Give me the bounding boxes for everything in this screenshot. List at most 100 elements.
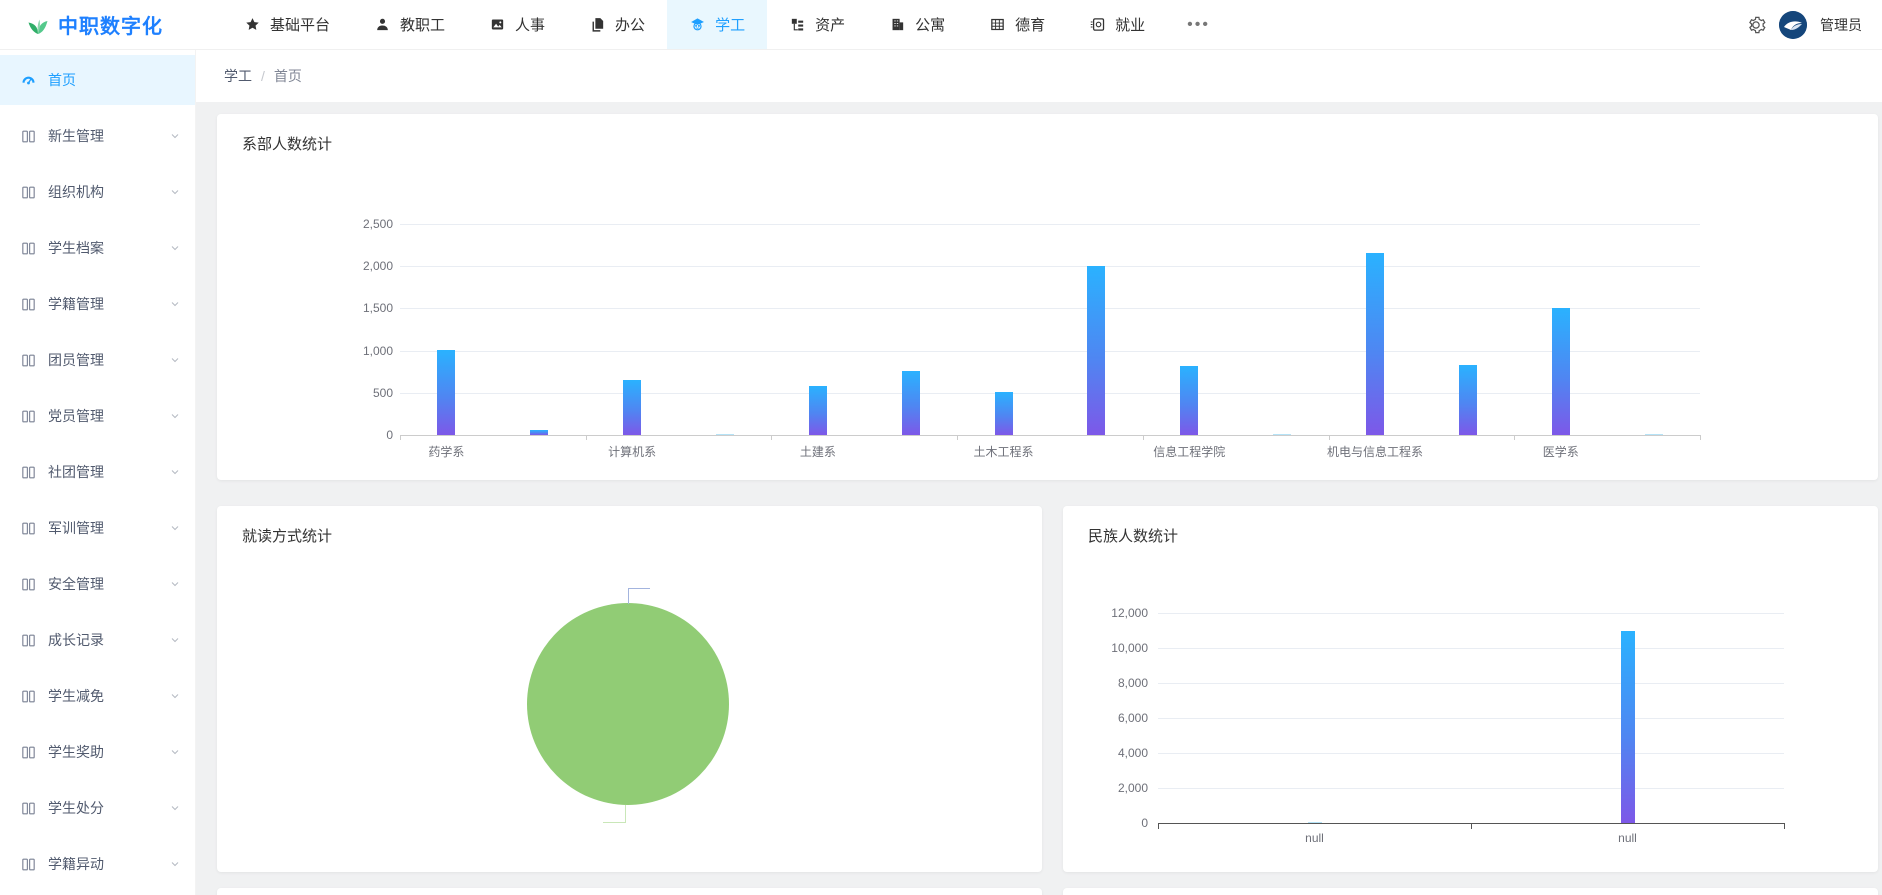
sidebar-item-12[interactable]: 学生减免 [0,671,195,721]
chevron-down-icon [169,242,181,254]
y-axis-label: 500 [293,386,393,400]
axis-tick [1158,823,1159,829]
nav-item-label: 基础平台 [270,14,330,35]
nav-item-5[interactable]: 学工 [667,0,767,49]
sidebar-item-3[interactable]: 组织机构 [0,167,195,217]
avatar[interactable] [1779,11,1807,39]
chevron-down-icon [169,298,181,310]
book-icon [20,408,37,425]
sidebar-item-label: 学生档案 [48,238,104,258]
sidebar-item-7[interactable]: 党员管理 [0,391,195,441]
book-icon [20,520,37,537]
book-icon [20,632,37,649]
y-axis-label: 2,000 [293,259,393,273]
bar [1087,266,1105,435]
bar [1459,365,1477,435]
breadcrumb-section[interactable]: 学工 [224,66,252,86]
nav-item-label: 学工 [715,14,745,35]
breadcrumb-separator: / [261,68,265,84]
nav-item-9[interactable]: 就业 [1067,0,1167,49]
sidebar-item-label: 学籍管理 [48,294,104,314]
nav-more-button[interactable]: ••• [1167,16,1230,34]
ethnicity-count-card: 民族人数统计 02,0004,0006,0008,00010,00012,000… [1063,506,1878,872]
bar [1366,253,1384,435]
book-icon [20,352,37,369]
x-axis-label: 信息工程学院 [1153,443,1225,460]
bar [1645,434,1663,436]
nav-item-label: 德育 [1015,14,1045,35]
navbar-right: 管理员 [1746,11,1882,39]
sidebar-item-label: 军训管理 [48,518,104,538]
sidebar-item-6[interactable]: 团员管理 [0,335,195,385]
book-icon [20,184,37,201]
nav-item-1[interactable]: 基础平台 [222,0,352,49]
department-bar-chart: 05001,0001,5002,0002,500药学系计算机系土建系土木工程系信… [217,114,1878,480]
x-axis-label: null [1618,831,1637,845]
nav-item-8[interactable]: 德育 [967,0,1067,49]
chevron-down-icon [169,466,181,478]
bar [530,430,548,435]
chevron-down-icon [169,746,181,758]
axis-tick [1784,823,1785,829]
sidebar-item-9[interactable]: 军训管理 [0,503,195,553]
nav-item-2[interactable]: 教职工 [352,0,467,49]
chevron-down-icon [169,858,181,870]
gridline [1158,648,1784,649]
gear-icon[interactable] [1746,15,1766,35]
gridline [1158,788,1784,789]
sidebar-item-5[interactable]: 学籍管理 [0,279,195,329]
sidebar-item-1[interactable]: 首页 [0,55,195,105]
sidebar-item-10[interactable]: 安全管理 [0,559,195,609]
chevron-down-icon [169,634,181,646]
y-axis-label: 2,000 [1048,781,1148,795]
department-count-card: 系部人数统计 05001,0001,5002,0002,500药学系计算机系土建… [217,114,1878,480]
y-axis-label: 0 [293,428,393,442]
bar [1621,631,1635,824]
nav-item-3[interactable]: 人事 [467,0,567,49]
app-title: 中职数字化 [58,10,163,39]
y-axis-label: 1,500 [293,301,393,315]
sidebar-item-15[interactable]: 学籍异动 [0,839,195,889]
pie-slice [527,603,729,805]
pie-callout-line [625,805,626,822]
axis-tick [771,435,772,440]
y-axis-label: 12,000 [1048,606,1148,620]
sidebar-item-4[interactable]: 学生档案 [0,223,195,273]
sprout-icon [26,13,50,37]
axis-tick [1700,435,1701,440]
sidebar-item-8[interactable]: 社团管理 [0,447,195,497]
office-icon [589,16,606,33]
book-icon [20,128,37,145]
sidebar-item-label: 学籍异动 [48,854,104,874]
sidebar-item-label: 学生减免 [48,686,104,706]
apartment-icon [889,16,906,33]
study-mode-pie-chart [217,506,1042,872]
nav-item-6[interactable]: 资产 [767,0,867,49]
sidebar-item-label: 新生管理 [48,126,104,146]
axis-tick [400,435,401,440]
sidebar-item-14[interactable]: 学生处分 [0,783,195,833]
y-axis-label: 4,000 [1048,746,1148,760]
sidebar-item-11[interactable]: 成长记录 [0,615,195,665]
breadcrumb-current: 首页 [274,66,302,86]
nav-item-4[interactable]: 办公 [567,0,667,49]
chevron-down-icon [169,186,181,198]
sidebar-item-label: 组织机构 [48,182,104,202]
gridline [400,393,1700,394]
axis-tick [1329,435,1330,440]
gridline [1158,753,1784,754]
moral-icon [989,16,1006,33]
gridline [400,266,1700,267]
book-icon [20,800,37,817]
book-icon [20,464,37,481]
book-icon [20,688,37,705]
axis-tick [586,435,587,440]
bar [1552,308,1570,435]
teacher-icon [374,16,391,33]
nav-item-7[interactable]: 公寓 [867,0,967,49]
app-logo[interactable]: 中职数字化 [0,10,196,39]
sidebar-item-2[interactable]: 新生管理 [0,111,195,161]
y-axis-label: 2,500 [293,217,393,231]
star-icon [244,16,261,33]
sidebar-item-13[interactable]: 学生奖助 [0,727,195,777]
